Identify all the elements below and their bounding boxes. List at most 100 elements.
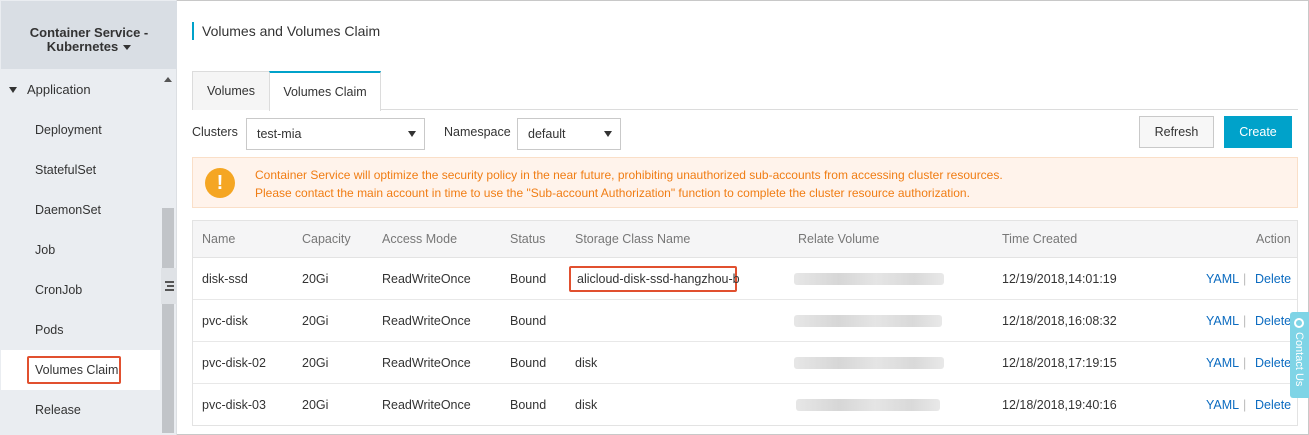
warning-icon: ! — [205, 168, 235, 198]
notice-line-2: Please contact the main account in time … — [255, 186, 970, 200]
clusters-select[interactable]: test-mia — [246, 118, 425, 150]
column-header-relate-volume: Relate Volume — [798, 232, 880, 246]
product-switcher[interactable]: Container Service - Kubernetes — [1, 1, 177, 69]
cell-capacity: 20Gi — [302, 398, 329, 412]
sidebar: Container Service - Kubernetes Applicati… — [0, 0, 177, 435]
scrollbar-thumb[interactable] — [162, 208, 174, 433]
sidebar-item-label: Release — [35, 403, 81, 417]
action-separator: | — [1243, 356, 1247, 370]
column-header-status: Status — [510, 232, 546, 246]
table-row: pvc-disk-02 20Gi ReadWriteOnce Bound dis… — [193, 342, 1297, 384]
yaml-link[interactable]: YAML — [1206, 384, 1239, 426]
sidebar-scrollbar[interactable] — [160, 70, 176, 435]
yaml-link[interactable]: YAML — [1206, 342, 1239, 384]
column-header-time-created: Time Created — [1002, 232, 1078, 246]
table-row: disk-ssd 20Gi ReadWriteOnce Bound aliclo… — [193, 258, 1297, 300]
cell-capacity: 20Gi — [302, 356, 329, 370]
sidebar-item-job[interactable]: Job — [1, 230, 160, 270]
sidebar-collapse-button[interactable] — [161, 268, 177, 304]
sidebar-item-label: Job — [35, 243, 56, 257]
column-header-action: Action — [1256, 232, 1291, 246]
cell-access-mode: ReadWriteOnce — [382, 314, 471, 328]
sidebar-item-label: Pods — [35, 323, 64, 337]
column-header-capacity: Capacity — [302, 232, 351, 246]
create-button[interactable]: Create — [1224, 116, 1292, 148]
action-separator: | — [1243, 314, 1247, 328]
sidebar-item-pods[interactable]: Pods — [1, 310, 160, 350]
tab-volumes-claim[interactable]: Volumes Claim — [269, 71, 381, 111]
cell-name: pvc-disk — [202, 314, 248, 328]
cell-capacity: 20Gi — [302, 272, 329, 286]
table-row: pvc-disk-03 20Gi ReadWriteOnce Bound dis… — [193, 384, 1297, 426]
security-notice: ! Container Service will optimize the se… — [192, 157, 1298, 208]
chevron-down-icon — [408, 131, 416, 137]
delete-link[interactable]: Delete — [1255, 300, 1291, 342]
menu-icon-bar — [167, 285, 174, 287]
yaml-link[interactable]: YAML — [1206, 300, 1239, 342]
namespace-select[interactable]: default — [517, 118, 621, 150]
contact-us-label: Contact Us — [1293, 332, 1305, 387]
menu-icon-bar — [165, 289, 174, 291]
column-header-storage-class: Storage Class Name — [575, 232, 691, 246]
tab-volumes[interactable]: Volumes — [192, 71, 270, 110]
redacted-relate-volume — [794, 357, 944, 369]
sidebar-item-label: DaemonSet — [35, 203, 102, 217]
cell-storage-class: disk — [575, 398, 598, 412]
redacted-relate-volume — [794, 315, 942, 327]
delete-link[interactable]: Delete — [1255, 384, 1291, 426]
cell-time-created: 12/18/2018,19:40:16 — [1002, 398, 1117, 412]
sidebar-item-label: StatefulSet — [35, 163, 97, 177]
page-title: Volumes and Volumes Claim — [192, 22, 380, 40]
triangle-down-icon — [9, 87, 17, 93]
sidebar-group-label: Application — [27, 82, 91, 97]
tab-label: Volumes — [207, 84, 255, 98]
yaml-link[interactable]: YAML — [1206, 258, 1239, 300]
sidebar-item-label: CronJob — [35, 283, 83, 297]
sidebar-item-cronjob[interactable]: CronJob — [1, 270, 160, 310]
sidebar-item-release[interactable]: Release — [1, 390, 160, 430]
cell-name: pvc-disk-02 — [202, 356, 266, 370]
sidebar-item-label: Deployment — [35, 123, 102, 137]
chat-icon — [1294, 318, 1304, 328]
action-separator: | — [1243, 398, 1247, 412]
cell-time-created: 12/19/2018,14:01:19 — [1002, 272, 1117, 286]
cell-access-mode: ReadWriteOnce — [382, 272, 471, 286]
column-header-access-mode: Access Mode — [382, 232, 458, 246]
delete-link[interactable]: Delete — [1255, 258, 1291, 300]
cell-time-created: 12/18/2018,17:19:15 — [1002, 356, 1117, 370]
tab-label: Volumes Claim — [283, 85, 367, 99]
table-row: pvc-disk 20Gi ReadWriteOnce Bound 12/18/… — [193, 300, 1297, 342]
cell-name: pvc-disk-03 — [202, 398, 266, 412]
sidebar-item-daemonset[interactable]: DaemonSet — [1, 190, 160, 230]
refresh-button[interactable]: Refresh — [1139, 116, 1214, 148]
cell-status: Bound — [510, 398, 547, 412]
sidebar-item-deployment[interactable]: Deployment — [1, 110, 160, 150]
delete-link[interactable]: Delete — [1255, 342, 1291, 384]
chevron-down-icon — [604, 131, 612, 137]
sidebar-group-application[interactable]: Application — [1, 70, 160, 110]
notice-line-1: Container Service will optimize the secu… — [255, 168, 1003, 182]
cell-access-mode: ReadWriteOnce — [382, 398, 471, 412]
cell-status: Bound — [510, 314, 547, 328]
volumes-claim-table: Name Capacity Access Mode Status Storage… — [192, 220, 1298, 426]
cell-status: Bound — [510, 272, 547, 286]
clusters-label: Clusters — [192, 125, 238, 139]
action-separator: | — [1243, 272, 1247, 286]
clusters-select-value: test-mia — [257, 127, 302, 141]
scroll-up-icon[interactable] — [164, 77, 172, 82]
redacted-relate-volume — [796, 399, 940, 411]
cell-storage-class-highlighted: alicloud-disk-ssd-hangzhou-b — [569, 266, 740, 292]
cell-capacity: 20Gi — [302, 314, 329, 328]
namespace-select-value: default — [528, 127, 566, 141]
cell-access-mode: ReadWriteOnce — [382, 356, 471, 370]
product-title-line1: Container Service - — [29, 25, 149, 40]
cell-status: Bound — [510, 356, 547, 370]
cell-name: disk-ssd — [202, 272, 248, 286]
contact-us-button[interactable]: Contact Us — [1290, 312, 1309, 398]
sidebar-nav: Application Deployment StatefulSet Daemo… — [1, 70, 160, 435]
sidebar-item-statefulset[interactable]: StatefulSet — [1, 150, 160, 190]
redacted-relate-volume — [794, 273, 944, 285]
cell-storage-class: disk — [575, 356, 598, 370]
column-header-name: Name — [202, 232, 236, 246]
menu-icon — [165, 281, 174, 283]
